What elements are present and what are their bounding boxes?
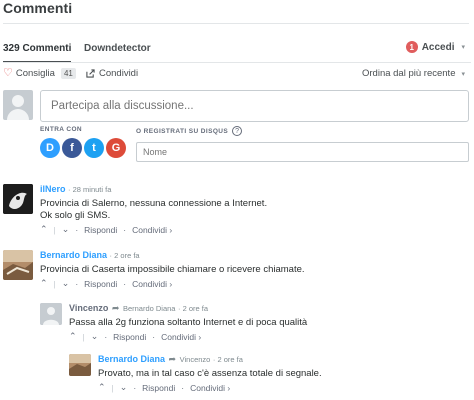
divider	[3, 23, 469, 24]
comment-footer: ⌃ | ⌄ · Rispondi · Condividi ›	[69, 331, 202, 342]
downvote-icon[interactable]: ⌄	[91, 331, 99, 342]
upvote-icon[interactable]: ⌃	[69, 331, 77, 342]
twitter-login-button[interactable]: t	[84, 138, 104, 158]
discussion-input[interactable]	[40, 90, 469, 122]
comment-meta: ilNero · 28 minuti fa	[40, 184, 112, 194]
user-avatar-image	[69, 354, 91, 376]
login-label: Accedi	[421, 41, 455, 53]
notification-badge: 1	[405, 41, 418, 53]
downvote-icon[interactable]: ⌄	[120, 382, 128, 393]
tab-comments[interactable]: 329 Commenti	[3, 43, 71, 54]
avatar	[3, 250, 33, 280]
chevron-down-icon: ▾	[461, 70, 465, 78]
reply-link[interactable]: Rispondi	[84, 225, 117, 235]
comment-meta: Bernardo Diana · 2 ore fa	[40, 250, 140, 260]
chevron-down-icon: ▾	[461, 44, 465, 51]
avatar	[3, 184, 33, 214]
divider	[3, 62, 471, 63]
reply-arrow-icon: ➦	[111, 303, 120, 313]
comment-text: Provato, ma in tal caso c'è assenza tota…	[98, 368, 322, 379]
reply-to-user[interactable]: Bernardo Diana	[123, 304, 176, 313]
page-title: Commenti	[3, 0, 73, 16]
reply-link[interactable]: Rispondi	[142, 383, 175, 393]
discussion-actions: ♡ Consiglia 41 Condividi Ordina dal più …	[3, 68, 471, 84]
disqus-login-button[interactable]: D	[40, 138, 60, 158]
register-label-row: O REGISTRATI SU DISQUS ?	[136, 126, 243, 136]
sort-label: Ordina dal più recente	[362, 68, 456, 79]
comment-author[interactable]: ilNero	[40, 184, 66, 194]
login-options: ENTRA CON D f t G O REGISTRATI SU DISQUS…	[40, 126, 469, 166]
share-link[interactable]: Condividi ›	[132, 279, 172, 289]
comment-time[interactable]: 28 minuti fa	[73, 185, 112, 194]
comment-reply: Vincenzo ➦ Bernardo Diana · 2 ore fa Pas…	[40, 303, 469, 342]
share-label: Condividi	[99, 68, 139, 79]
comment-footer: ⌃ | ⌄ · Rispondi · Condividi ›	[40, 278, 173, 289]
avatar	[3, 90, 33, 120]
comment-time[interactable]: 2 ore fa	[114, 251, 139, 260]
share-icon	[86, 69, 95, 78]
comment-footer: ⌃ | ⌄ · Rispondi · Condividi ›	[98, 382, 231, 393]
tab-downdetector[interactable]: Downdetector	[84, 43, 151, 54]
user-avatar-image	[3, 184, 33, 214]
avatar	[40, 303, 62, 325]
help-icon[interactable]: ?	[232, 126, 243, 136]
comment-time[interactable]: 2 ore fa	[217, 355, 242, 364]
google-login-button[interactable]: G	[106, 138, 126, 158]
recommend-count: 41	[60, 68, 76, 79]
comment-time[interactable]: 2 ore fa	[183, 304, 208, 313]
downvote-icon[interactable]: ⌄	[62, 224, 70, 235]
reply-arrow-icon: ➦	[168, 354, 177, 364]
facebook-login-button[interactable]: f	[62, 138, 82, 158]
reply-link[interactable]: Rispondi	[113, 332, 146, 342]
comment-author[interactable]: Bernardo Diana	[40, 250, 107, 260]
login-button[interactable]: 1 Accedi ▾	[405, 41, 465, 53]
reply-to-user[interactable]: Vincenzo	[180, 355, 211, 364]
social-login-buttons: D f t G	[40, 138, 126, 158]
upvote-icon[interactable]: ⌃	[98, 382, 106, 393]
share-link[interactable]: Condividi ›	[132, 225, 172, 235]
comment-text: Provincia di Caserta impossibile chiamar…	[40, 264, 305, 275]
avatar	[69, 354, 91, 376]
recommend-button[interactable]: ♡ Consiglia 41	[3, 68, 76, 79]
comment-author[interactable]: Bernardo Diana	[98, 354, 165, 364]
comment-meta: Vincenzo ➦ Bernardo Diana · 2 ore fa	[69, 303, 209, 313]
heart-icon: ♡	[3, 67, 13, 79]
recommend-label: Consiglia	[15, 68, 55, 79]
reply-link[interactable]: Rispondi	[84, 279, 117, 289]
upvote-icon[interactable]: ⌃	[40, 278, 48, 289]
share-link[interactable]: Condividi ›	[190, 383, 230, 393]
comment-author[interactable]: Vincenzo	[69, 303, 108, 313]
user-avatar-image	[3, 250, 33, 280]
comment: Bernardo Diana · 2 ore fa Provincia di C…	[3, 250, 469, 289]
comment-footer: ⌃ | ⌄ · Rispondi · Condividi ›	[40, 224, 173, 235]
sort-dropdown[interactable]: Ordina dal più recente ▾	[362, 68, 465, 79]
login-with-label: ENTRA CON	[40, 126, 82, 133]
register-label: O REGISTRATI SU DISQUS	[136, 127, 229, 135]
comment-text: Passa alla 2g funziona soltanto Internet…	[69, 317, 308, 328]
comment-meta: Bernardo Diana ➦ Vincenzo · 2 ore fa	[98, 354, 243, 364]
share-button[interactable]: Condividi	[86, 68, 138, 79]
downvote-icon[interactable]: ⌄	[62, 278, 70, 289]
comment-text: Provincia di Salerno, nessuna connession…	[40, 198, 268, 221]
comment-reply: Bernardo Diana ➦ Vincenzo · 2 ore fa Pro…	[69, 354, 469, 394]
user-avatar-image	[40, 303, 62, 325]
tab-bar: 329 Commenti Downdetector 1 Accedi ▾	[3, 38, 471, 63]
share-link[interactable]: Condividi ›	[161, 332, 201, 342]
name-field[interactable]	[136, 142, 469, 162]
comment: ilNero · 28 minuti fa Provincia di Saler…	[3, 184, 469, 235]
upvote-icon[interactable]: ⌃	[40, 224, 48, 235]
comments-header: Commenti	[3, 0, 471, 24]
